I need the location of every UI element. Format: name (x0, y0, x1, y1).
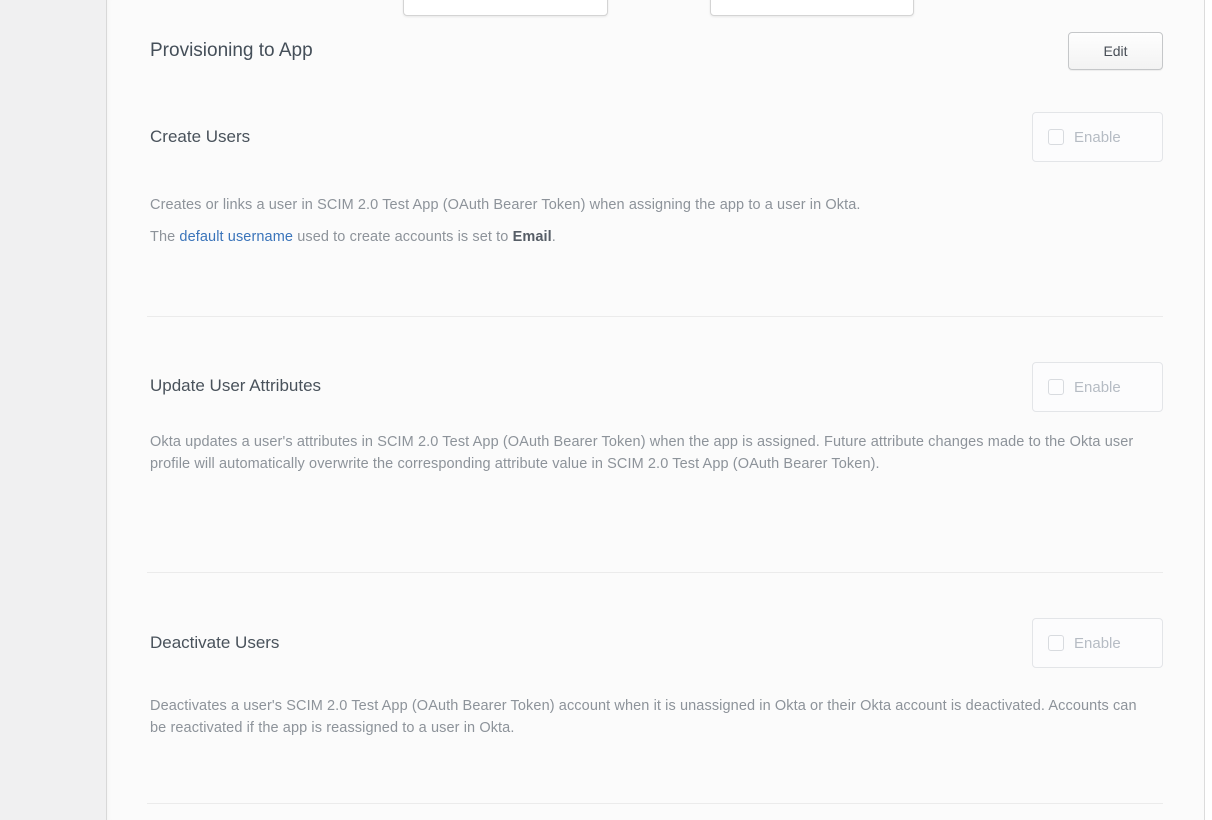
enable-label: Enable (1074, 129, 1121, 146)
enable-checkbox[interactable] (1048, 379, 1064, 395)
section-title-create-users: Create Users (150, 127, 250, 147)
section-divider (147, 803, 1163, 804)
section-title-deactivate-users: Deactivate Users (150, 633, 279, 653)
note-value: Email (513, 229, 552, 245)
enable-checkbox[interactable] (1048, 129, 1064, 145)
enable-toggle-create-users[interactable]: Enable (1032, 112, 1163, 162)
provisioning-panel: Provisioning to App Edit Create Users En… (107, 0, 1205, 820)
create-users-username-note: The default username used to create acco… (150, 227, 1155, 249)
partial-input-left[interactable] (403, 0, 608, 16)
section-divider (147, 316, 1163, 317)
page-title: Provisioning to App (150, 39, 313, 63)
enable-checkbox[interactable] (1048, 635, 1064, 651)
edit-button[interactable]: Edit (1068, 32, 1163, 70)
partial-input-right[interactable] (710, 0, 914, 16)
deactivate-users-description: Deactivates a user's SCIM 2.0 Test App (… (150, 696, 1155, 739)
note-suffix: . (552, 229, 556, 245)
note-prefix: The (150, 229, 179, 245)
note-middle: used to create accounts is set to (293, 229, 513, 245)
enable-toggle-deactivate-users[interactable]: Enable (1032, 618, 1163, 668)
create-users-description: Creates or links a user in SCIM 2.0 Test… (150, 195, 1155, 217)
left-sidebar (0, 0, 107, 820)
section-title-update-user-attributes: Update User Attributes (150, 376, 321, 396)
default-username-link[interactable]: default username (179, 229, 293, 245)
enable-toggle-update-user-attributes[interactable]: Enable (1032, 362, 1163, 412)
enable-label: Enable (1074, 635, 1121, 652)
enable-label: Enable (1074, 379, 1121, 396)
update-user-attributes-description: Okta updates a user's attributes in SCIM… (150, 432, 1155, 475)
section-divider (147, 572, 1163, 573)
